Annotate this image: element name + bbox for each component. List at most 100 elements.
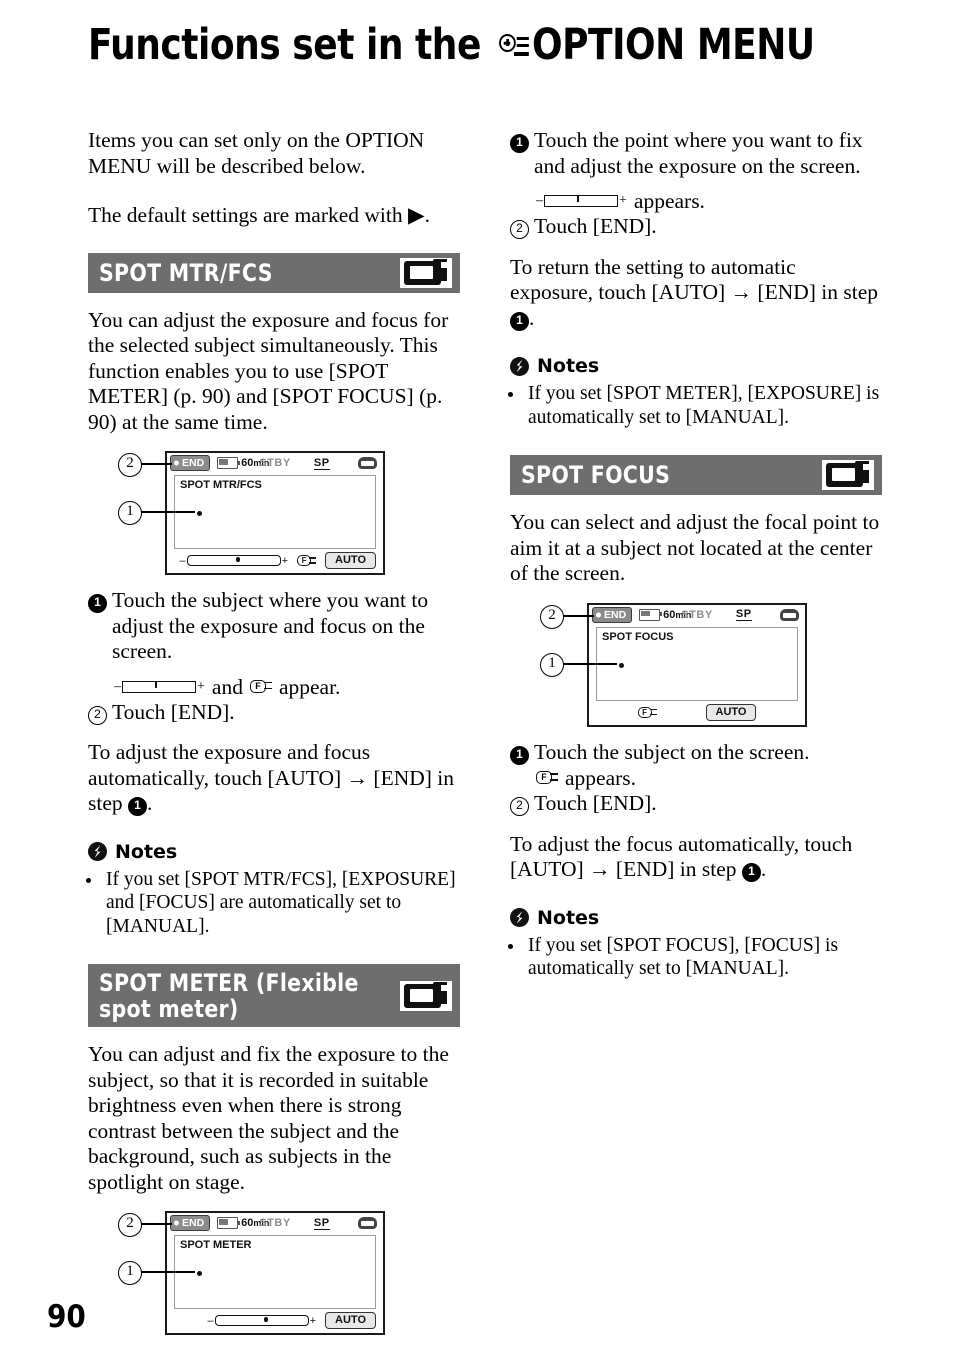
recording-status: STBY [259,457,291,469]
closing-paragraph: To adjust the exposure and focus automat… [88,740,460,817]
end-button[interactable]: END [170,1215,211,1231]
touch-point-marker [619,662,624,668]
recording-status: STBY [681,608,713,621]
notes-label: Notes [537,355,600,377]
callout-2: 2 [118,1213,142,1237]
step-2: 2 Touch [END]. [510,791,882,817]
battery-icon [639,608,663,621]
lcd-screen-label: SPOT METER [180,1239,252,1251]
step-number: 2 [88,700,112,726]
notes-heading: Notes [510,907,882,929]
closing-text-c: . [760,857,767,881]
notes-label: Notes [537,906,600,929]
notes-list: If you set [SPOT MTR/FCS], [EXPOSURE] an… [88,868,460,939]
lcd-screen: END 60min STBY SP SPOT MTR/FCS – + F AUTO [165,451,385,575]
step-number: 2 [510,214,534,240]
exposure-slider-icon: – + [536,193,627,208]
tape-icon [358,1217,377,1229]
step-text: Touch [END]. [534,791,657,815]
exposure-slider[interactable]: – + [207,1315,316,1327]
lcd-main-area[interactable]: SPOT FOCUS [596,626,798,701]
section-title: SPOT METER (Flexible spot meter) [99,970,359,1022]
callout-line-1 [140,1271,195,1273]
auto-button[interactable]: AUTO [325,1312,376,1329]
notes-heading: Notes [510,355,882,377]
closing-text-b: [END] in step [757,280,879,304]
closing-text-b: [END] in step [615,857,737,881]
focus-icon: F [536,771,558,785]
lcd-screen: END 60min STBY SP SPOT FOCUS F AUTO [587,602,807,727]
auto-button[interactable]: AUTO [705,703,757,721]
step-text: Touch [END]. [534,214,657,238]
note-icon [510,908,529,927]
section-description: You can adjust the exposure and focus fo… [88,307,449,434]
lcd-status-bar: END 60min STBY SP [167,1213,383,1233]
callout-line-2 [140,463,172,465]
note-item: If you set [SPOT METER], [EXPOSURE] is a… [525,382,882,429]
callout-line-2 [562,614,594,617]
lcd-status-bar: END 60min STBY SP [167,453,383,473]
section-header-spot-mtr-fcs: SPOT MTR/FCS [88,252,460,293]
rec-mode: SP [313,456,330,470]
note-icon [88,842,107,861]
touch-point-marker [197,1271,202,1276]
callout-1: 1 [540,652,564,677]
intro-paragraph-1: Items you can set only on the OPTION MEN… [88,128,425,178]
end-button[interactable]: END [170,455,211,471]
arrow-icon: → [730,280,753,304]
closing-text-c: . [529,305,535,330]
closing-paragraph: To return the setting to automatic expos… [510,255,882,332]
closing-paragraph: To adjust the focus automatically, touch… [510,832,882,883]
step-2: 2 Touch [END]. [88,700,460,726]
page-title-after: OPTION MENU [532,20,815,70]
step-1: 1 Touch the subject where you want to ad… [88,588,460,665]
lcd-screen-label: SPOT FOCUS [602,630,674,643]
lcd-figure-spot-meter: 2 1 END 60min STBY SP SPOT METER – + AUT… [88,1209,460,1339]
recording-status: STBY [259,1217,291,1229]
camcorder-icon [822,460,874,490]
lcd-screen-label: SPOT MTR/FCS [180,479,262,491]
callout-1: 1 [118,501,142,525]
lcd-bottom-bar: – + AUTO [174,1311,376,1330]
default-marker-icon: ▶ [408,203,425,227]
end-button[interactable]: END [592,606,633,623]
lcd-screen: END 60min STBY SP SPOT METER – + AUTO [165,1211,385,1335]
callout-line-1 [562,662,617,665]
callout-1: 1 [118,1261,142,1285]
lcd-bottom-bar: – + F AUTO [174,551,376,570]
auto-button[interactable]: AUTO [325,552,376,569]
step-reference: 1 [128,797,148,816]
lcd-status-bar: END 60min STBY SP [589,605,805,625]
intro-paragraph-2-period: . [424,203,430,227]
section-title: SPOT FOCUS [521,461,671,489]
appears-line: – + and F appear. [88,674,460,700]
appears-tail-text: appears. [565,766,637,790]
rec-mode: SP [313,1216,330,1230]
step-text: Touch the subject on the screen. [534,739,810,764]
lcd-main-area[interactable]: SPOT MTR/FCS [174,475,376,549]
left-column: Items you can set only on the OPTION MEN… [88,128,460,1339]
callout-line-1 [140,511,195,513]
step-2: 2 Touch [END]. [510,214,882,240]
lcd-main-area[interactable]: SPOT METER [174,1235,376,1309]
section-description: You can select and adjust the focal poin… [510,510,880,585]
closing-text-c: . [147,791,153,815]
callout-2: 2 [118,453,142,477]
step-text: Touch the point where you want to fix an… [534,128,863,178]
appears-tail-text: appear. [278,674,341,699]
page-title: Functions set in the OPTION MENU [88,24,908,67]
callout-2: 2 [540,604,564,629]
step-number: 1 [88,588,112,665]
page-number: 90 [47,1299,86,1335]
battery-icon [217,457,241,469]
exposure-slider[interactable]: – + [179,555,288,567]
closing-text-a: To return the setting to automatic expos… [510,254,796,305]
battery-icon [217,1217,241,1229]
tape-icon [358,457,377,469]
appears-line: F appears. [510,765,882,791]
intro-paragraph-2: The default settings are marked with ▶. [88,203,460,229]
notes-heading: Notes [88,841,460,863]
notes-label: Notes [115,840,178,863]
section-header-spot-meter: SPOT METER (Flexible spot meter) [88,964,460,1027]
step-text: Touch the subject where you want to adju… [112,588,429,663]
